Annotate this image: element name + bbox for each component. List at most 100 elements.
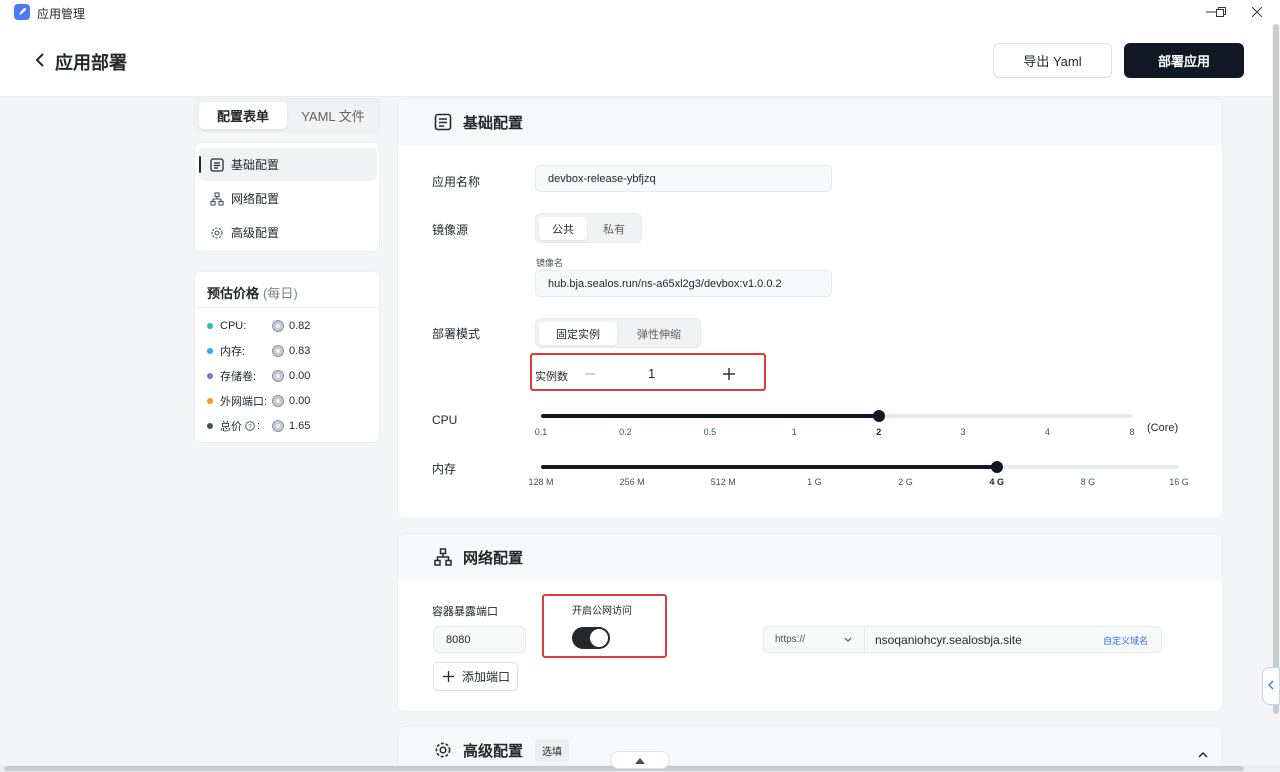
cpu-slider-knob[interactable] [872, 410, 885, 422]
back-arrow-icon[interactable] [30, 48, 50, 72]
cpu-tick[interactable]: 8 [1129, 427, 1134, 437]
memory-tick[interactable]: 256 M [620, 477, 645, 487]
price-row-total: 总价 ? : 1.65 [207, 418, 377, 434]
cpu-dot [207, 323, 213, 329]
deploy-mode-fixed[interactable]: 固定实例 [539, 322, 617, 345]
cpu-tick[interactable]: 0.5 [704, 427, 717, 437]
image-source-private[interactable]: 私有 [590, 217, 638, 240]
coin-icon [272, 345, 284, 357]
protocol-select[interactable]: https:// [764, 627, 865, 652]
restore-icon[interactable] [1208, 2, 1234, 22]
image-name-input[interactable]: hub.bja.sealos.run/ns-a65xl2g3/devbox:v1… [535, 270, 832, 297]
tab-yaml-file[interactable]: YAML 文件 [289, 102, 377, 129]
chevron-up-icon[interactable] [1198, 745, 1208, 762]
memory-tick[interactable]: 128 M [528, 477, 553, 487]
price-subtitle: (每日) [263, 286, 298, 301]
memory-slider-fill [541, 465, 997, 469]
vertical-scrollbar[interactable] [1272, 24, 1280, 765]
close-icon[interactable] [1244, 2, 1270, 22]
port-dot [207, 398, 213, 404]
nav-label: 高级配置 [231, 226, 280, 240]
section-title: 网络配置 [463, 549, 524, 567]
memory-tick[interactable]: 2 G [898, 477, 913, 487]
svg-text:?: ? [248, 423, 252, 430]
custom-domain-link[interactable]: 自定义域名 [1103, 634, 1148, 647]
memory-tick[interactable]: 1 G [807, 477, 822, 487]
cpu-tick[interactable]: 2 [876, 427, 881, 437]
caret-up-icon [635, 753, 645, 767]
network-config-header: 网络配置 [398, 534, 1222, 580]
nav-item-advanced[interactable]: 高级配置 [199, 216, 377, 249]
export-yaml-button[interactable]: 导出 Yaml [993, 43, 1112, 78]
memory-tick[interactable]: 512 M [711, 477, 736, 487]
port-label: 容器暴露端口 [432, 606, 498, 618]
price-label: 内存: [220, 346, 246, 358]
nav-item-network[interactable]: 网络配置 [199, 182, 377, 215]
cpu-tick[interactable]: 4 [1045, 427, 1050, 437]
domain-value: nsoqaniohcyr.sealosbja.site [875, 633, 1022, 647]
colon: : [257, 420, 261, 432]
cpu-slider-fill [541, 414, 879, 418]
coin-icon [272, 395, 284, 407]
add-port-button[interactable]: 添加端口 [433, 662, 518, 691]
coin-icon [272, 420, 284, 432]
deploy-mode-toggle: 固定实例 弹性伸缩 [535, 318, 701, 348]
memory-tick[interactable]: 4 G [989, 477, 1004, 487]
cpu-tick[interactable]: 0.2 [619, 427, 632, 437]
price-label-total: 总价 ? : [220, 418, 272, 434]
public-access-label: 开启公网访问 [572, 606, 632, 617]
protocol-value: https:// [775, 634, 806, 645]
cpu-tick[interactable]: 3 [961, 427, 966, 437]
network-config-card: 网络配置 容器暴露端口 8080 开启公网访问 https:// nsoqani… [397, 533, 1223, 712]
price-title-text: 预估价格 [207, 286, 260, 301]
section-title: 高级配置 [463, 742, 524, 760]
price-row-memory: 内存: 0.83 [207, 343, 377, 359]
memory-label: 内存 [432, 462, 457, 476]
gear-icon [209, 225, 225, 241]
image-source-label: 镜像源 [432, 223, 469, 237]
image-source-toggle: 公共 私有 [535, 213, 642, 243]
app-name-input[interactable]: devbox-release-ybfjzq [535, 165, 832, 192]
instances-value[interactable]: 1 [648, 366, 655, 381]
price-row-storage: 存储卷: 0.00 [207, 368, 377, 384]
cpu-tick[interactable]: 0.1 [535, 427, 548, 437]
list-icon [433, 112, 453, 132]
memory-tick[interactable]: 8 G [1081, 477, 1096, 487]
deploy-app-button[interactable]: 部署应用 [1124, 43, 1244, 78]
optional-badge: 选填 [535, 738, 570, 762]
bottom-expand-handle[interactable] [610, 751, 670, 769]
image-name-label: 镜像名 [536, 258, 564, 268]
memory-slider-knob[interactable] [990, 461, 1003, 473]
total-label-text: 总价 [220, 421, 242, 433]
help-circle-icon[interactable]: ? [245, 421, 255, 431]
deploy-mode-autoscale[interactable]: 弹性伸缩 [620, 322, 698, 345]
image-source-public[interactable]: 公共 [539, 217, 587, 240]
basic-config-card: 基础配置 应用名称 devbox-release-ybfjzq 镜像源 公共 私… [397, 98, 1223, 519]
price-estimate-card: 预估价格 (每日) CPU: 0.82 内存: 0.83 存储卷: 0.00 外网… [194, 271, 380, 443]
tab-config-form[interactable]: 配置表单 [199, 102, 287, 129]
cpu-label: CPU [432, 413, 458, 427]
price-row-cpu: CPU: 0.82 [207, 318, 377, 334]
vertical-scrollbar-thumb[interactable] [1273, 24, 1279, 714]
memory-tick[interactable]: 16 G [1169, 477, 1189, 487]
cpu-slider[interactable] [541, 410, 1132, 422]
plus-icon[interactable] [721, 366, 737, 382]
price-value: 0.00 [289, 370, 311, 382]
cpu-tick[interactable]: 1 [792, 427, 797, 437]
price-value: 0.83 [289, 345, 311, 357]
network-icon [433, 547, 453, 567]
chevron-left-icon [1268, 679, 1274, 693]
public-access-toggle[interactable] [572, 627, 610, 649]
side-collapse-tab[interactable] [1262, 667, 1280, 705]
gear-icon [433, 740, 453, 760]
window-title: 应用管理 [37, 7, 86, 21]
nav-label: 基础配置 [231, 158, 280, 172]
price-label: 存储卷: [220, 371, 257, 383]
window-titlebar: 应用管理 [0, 0, 1280, 24]
nav-item-basic[interactable]: 基础配置 [199, 148, 377, 181]
section-nav: 基础配置 网络配置 高级配置 [194, 142, 380, 252]
port-input[interactable]: 8080 [433, 626, 526, 653]
minus-icon[interactable] [582, 366, 598, 382]
cpu-unit: (Core) [1147, 422, 1179, 434]
memory-slider[interactable] [541, 461, 1179, 473]
